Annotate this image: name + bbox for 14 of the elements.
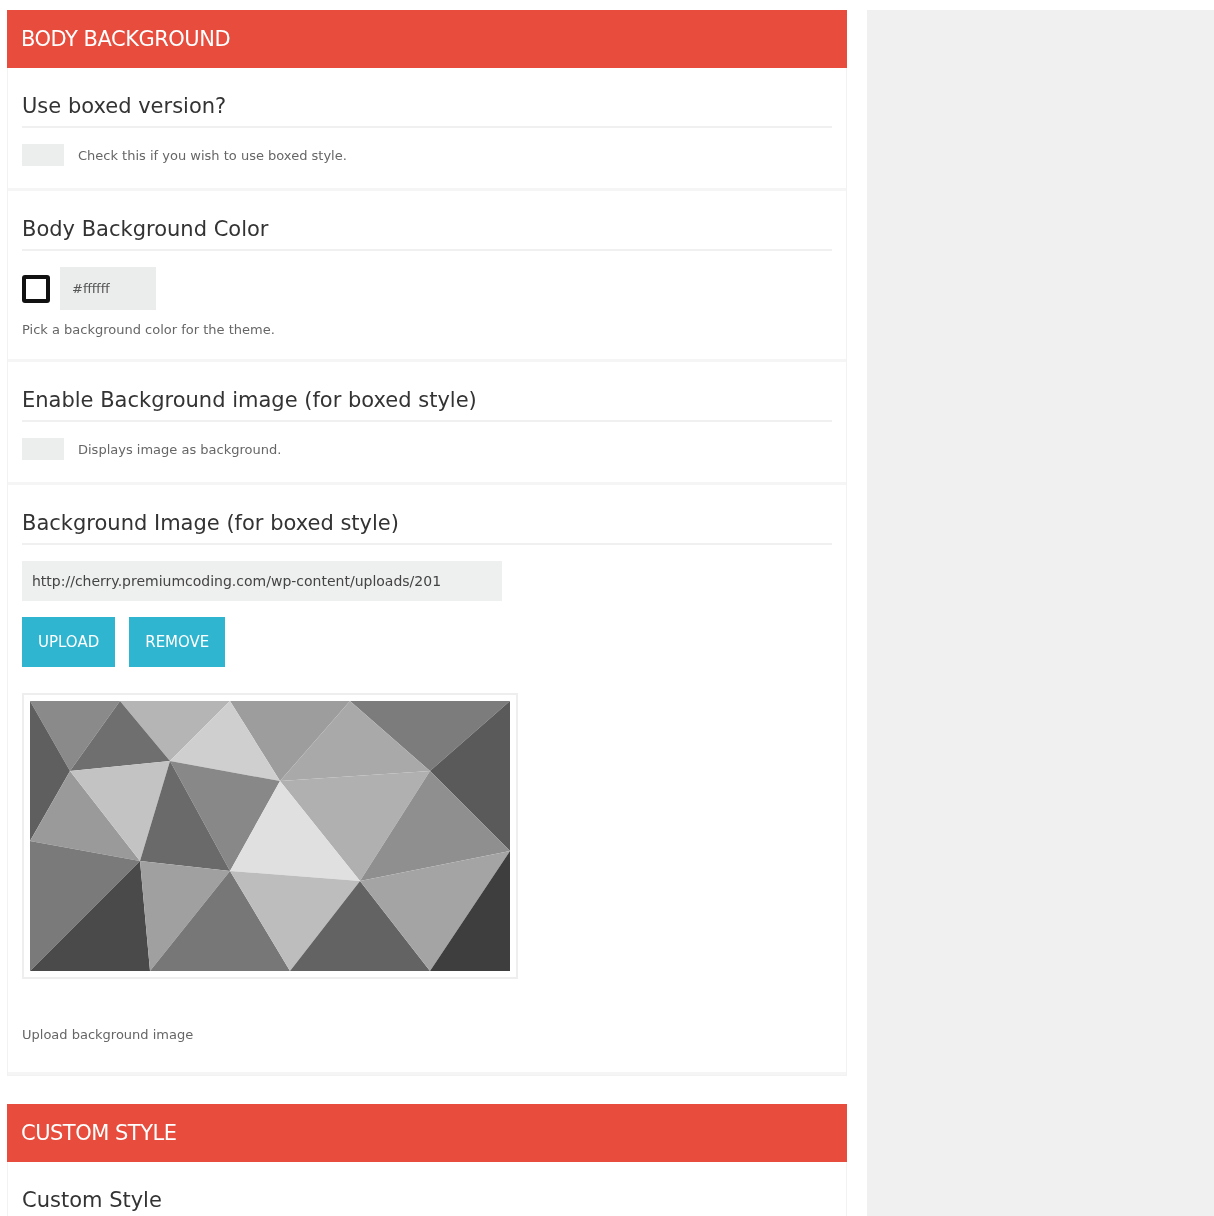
option-title: Body Background Color [22, 217, 832, 251]
color-value-field[interactable]: #ffffff [60, 267, 156, 310]
option-description: Upload background image [22, 1027, 195, 1042]
panel-header: BODY BACKGROUND [7, 10, 847, 68]
panel-header: CUSTOM STYLE [7, 1104, 847, 1162]
option-title: Enable Background image (for boxed style) [22, 388, 832, 422]
option-description: Displays image as background. [78, 441, 282, 457]
option-description: Check this if you wish to use boxed style. [78, 147, 347, 163]
url-field[interactable]: http://cherry.premiumcoding.com/wp-content/uploads/201 [22, 561, 502, 601]
color-swatch[interactable] [22, 274, 50, 303]
option-description: Pick a background color for the theme. [22, 322, 276, 337]
option-title: Background Image (for boxed style) [22, 511, 832, 545]
option-title: Custom Style [22, 1188, 832, 1216]
option-title: Use boxed version? [22, 94, 832, 128]
